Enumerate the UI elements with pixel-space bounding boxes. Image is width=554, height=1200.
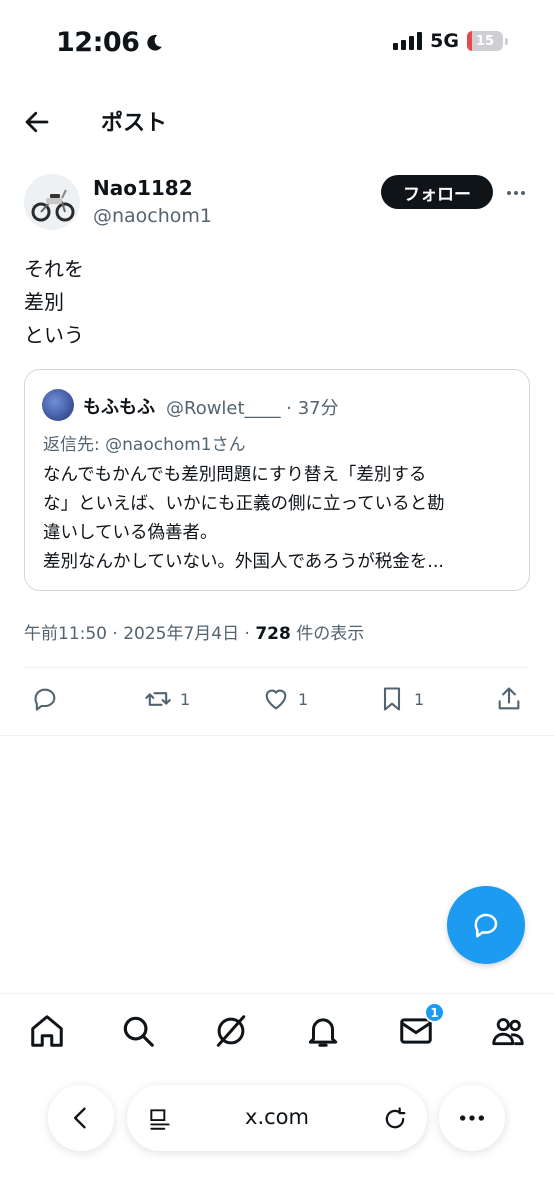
post-line: という bbox=[24, 323, 84, 347]
views-label: 件の表示 bbox=[290, 624, 365, 644]
nav-communities[interactable] bbox=[489, 1012, 527, 1050]
search-icon bbox=[123, 1016, 154, 1047]
bookmark-count: 1 bbox=[414, 689, 425, 709]
view-count[interactable]: 728 bbox=[255, 624, 291, 644]
reply-compose-icon bbox=[474, 913, 498, 938]
motorbike-avatar-image bbox=[24, 174, 80, 230]
browser-back-button[interactable] bbox=[48, 1085, 114, 1151]
moon-icon bbox=[147, 34, 163, 51]
network-type: 5G bbox=[430, 30, 459, 52]
reply-icon bbox=[34, 688, 56, 711]
browser-toolbar: x.com bbox=[0, 1068, 554, 1200]
nav-search[interactable] bbox=[119, 1012, 157, 1050]
quoted-line: 差別なんかしていない。外国人であろうが税金を... bbox=[43, 552, 444, 572]
reply-to-label: 返信先: @naochom1さん bbox=[43, 435, 246, 455]
post-header: ポスト bbox=[0, 95, 554, 147]
ellipsis-icon bbox=[460, 1115, 484, 1121]
more-options-icon[interactable] bbox=[503, 180, 529, 206]
home-icon bbox=[31, 1015, 63, 1047]
status-indicators: 5G 15 bbox=[393, 30, 508, 52]
bookmark-icon bbox=[383, 687, 401, 711]
nav-notifications[interactable] bbox=[304, 1012, 342, 1050]
clock-text: 12:06 bbox=[56, 27, 140, 58]
quoted-line: 違いしている偽善者。 bbox=[43, 523, 218, 543]
messages-badge: 1 bbox=[424, 1002, 445, 1023]
reply-button[interactable] bbox=[31, 685, 67, 713]
quoted-line: な」といえば、いかにも正義の側に立っていると勘 bbox=[43, 494, 445, 514]
like-button[interactable]: 1 bbox=[262, 685, 308, 713]
nav-grok[interactable] bbox=[212, 1012, 250, 1050]
bottom-navigation: 1 bbox=[0, 993, 554, 1068]
share-button[interactable] bbox=[495, 685, 523, 713]
author-handle[interactable]: @naochom1 bbox=[93, 205, 212, 227]
compose-reply-button[interactable] bbox=[447, 886, 525, 964]
retweet-icon bbox=[145, 692, 171, 706]
retweet-count: 1 bbox=[180, 689, 191, 709]
chevron-left-icon bbox=[74, 1107, 86, 1129]
quoted-post-card[interactable]: もふもふ @Rowlet____ · 37分 返信先: @naochom1さん … bbox=[24, 369, 530, 591]
quoted-text: なんでもかんでも差別問題にすり替え「差別する な」といえば、いかにも正義の側に立… bbox=[43, 461, 521, 577]
post-line: 差別 bbox=[24, 290, 64, 314]
quoted-author-name: もふもふ bbox=[83, 397, 155, 418]
status-bar: 12:06 5G 15 bbox=[0, 0, 554, 84]
bookmark-button[interactable]: 1 bbox=[378, 685, 424, 713]
browser-more-button[interactable] bbox=[439, 1085, 505, 1151]
like-count: 1 bbox=[298, 689, 309, 709]
heart-icon bbox=[265, 689, 287, 710]
back-arrow-icon[interactable] bbox=[22, 107, 52, 137]
signal-icon bbox=[393, 32, 423, 50]
people-icon bbox=[492, 1018, 524, 1046]
quoted-author-handle: @Rowlet____ · 37分 bbox=[166, 398, 339, 419]
quoted-line: なんでもかんでも差別問題にすり替え「差別する bbox=[43, 465, 427, 485]
action-bar: 1 1 1 bbox=[0, 685, 554, 721]
nav-messages[interactable]: 1 bbox=[397, 1002, 445, 1050]
divider bbox=[0, 735, 554, 736]
avatar[interactable] bbox=[24, 174, 80, 230]
page-title: ポスト bbox=[101, 111, 168, 136]
post-line: それを bbox=[24, 257, 84, 281]
status-time: 12:06 bbox=[56, 27, 165, 58]
quoted-avatar bbox=[42, 389, 74, 421]
grok-icon bbox=[216, 1015, 246, 1047]
post-text: それを 差別 という bbox=[24, 253, 84, 352]
reload-icon[interactable] bbox=[381, 1105, 409, 1133]
nav-home[interactable] bbox=[28, 1012, 66, 1050]
bell-icon bbox=[308, 1018, 338, 1047]
follow-button[interactable]: フォロー bbox=[381, 175, 493, 209]
share-icon bbox=[498, 687, 520, 710]
battery-level: 15 bbox=[475, 33, 495, 49]
divider bbox=[24, 667, 530, 668]
author-name[interactable]: Nao1182 bbox=[93, 176, 193, 200]
retweet-button[interactable]: 1 bbox=[144, 685, 190, 713]
post-timestamp: 午前11:50 · 2025年7月4日 · bbox=[24, 624, 256, 644]
battery-icon: 15 bbox=[467, 31, 503, 51]
post-meta: 午前11:50 · 2025年7月4日 · 728 件の表示 bbox=[24, 619, 364, 644]
address-bar[interactable]: x.com bbox=[127, 1085, 427, 1151]
